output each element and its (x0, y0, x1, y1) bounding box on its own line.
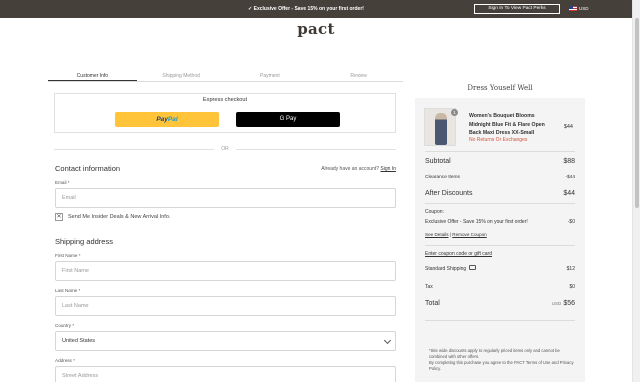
shipping-address-title: Shipping address (55, 237, 113, 246)
checkout-steps: Customer Info Shipping Method Payment Re… (48, 72, 403, 82)
last-name-field[interactable]: Last Name (55, 296, 396, 316)
step-customer-info[interactable]: Customer Info (48, 72, 137, 81)
coupon-row: Exclusive Offer - Save 15% on your first… (425, 219, 575, 225)
total-row: Total USD $56 (425, 300, 575, 307)
currency-selector[interactable]: USD (579, 4, 589, 14)
newsletter-checkbox[interactable]: ✕ (55, 213, 63, 221)
have-account-text: Already have an account? Sign In (290, 166, 396, 172)
have-account-label: Already have an account? (321, 166, 380, 172)
coupon-title: Coupon: (425, 209, 444, 215)
summary-divider (425, 320, 575, 321)
total-currency: USD (551, 301, 562, 306)
or-divider-right (236, 149, 396, 150)
email-field[interactable]: Email (55, 188, 396, 208)
after-discounts-row: After Discounts $44 (425, 190, 575, 197)
total-value-wrap: USD $56 (552, 300, 575, 307)
product-price: $44 (563, 124, 573, 130)
clearance-label: Clearance Items (425, 175, 460, 180)
google-pay-button[interactable]: G Pay (236, 112, 340, 127)
shipping-row: Standard Shipping $12 (425, 265, 575, 272)
enter-coupon-link[interactable]: Enter coupon code or gift card (425, 251, 492, 257)
coupon-link-separator: | (449, 232, 451, 237)
or-divider-text: OR (221, 146, 229, 152)
no-returns-note: No Returns Or Exchanges (469, 137, 528, 143)
paypal-logo-pal: Pal (167, 116, 178, 123)
discount-fine-print: *Site wide discounts apply to regularly … (429, 348, 560, 359)
scrollbar-thumb[interactable] (635, 18, 639, 208)
clearance-value: -$44 (565, 175, 575, 180)
dress-image (435, 113, 447, 145)
total-value: $56 (563, 300, 575, 307)
coupon-amount: -$0 (567, 219, 575, 225)
summary-divider (425, 203, 575, 204)
country-select-value: United States (62, 338, 96, 344)
quantity-badge: 1 (451, 109, 458, 116)
step-review: Review (350, 73, 367, 79)
address-label: Address * (55, 358, 75, 363)
see-details-link[interactable]: See Details (425, 232, 449, 237)
newsletter-checkbox-label[interactable]: Send Me Insider Deals & New Arrival Info… (68, 214, 170, 220)
express-checkout-box: Express checkout PayPal G Pay (54, 93, 396, 133)
or-divider-left (54, 149, 214, 150)
shipping-label: Standard Shipping (425, 266, 467, 272)
country-label: Country * (55, 323, 75, 328)
remove-coupon-link[interactable]: Remove Coupon (452, 232, 486, 237)
step-payment: Payment (260, 73, 280, 79)
summary-divider (425, 245, 575, 246)
promo-bar: ✓ Exclusive Offer - Save 15% on your fir… (0, 0, 632, 18)
total-label: Total (425, 300, 440, 307)
paypal-button[interactable]: PayPal (115, 112, 219, 127)
shipping-value: $12 (566, 266, 575, 272)
email-label: Email * (55, 180, 70, 185)
first-name-label: First Name * (55, 253, 81, 258)
contact-info-title: Contact information (55, 164, 121, 173)
shipping-label-wrap: Standard Shipping (425, 265, 477, 272)
express-checkout-title: Express checkout (202, 97, 248, 103)
us-flag-icon[interactable] (569, 6, 577, 11)
sign-in-link[interactable]: Sign In (380, 166, 396, 172)
country-select[interactable]: United States (55, 331, 396, 351)
terms-fine-print: By completing this purchase you agree to… (429, 360, 574, 371)
pact-logo[interactable]: pact (280, 20, 352, 38)
coupon-text: Exclusive Offer - Save 15% on your first… (425, 219, 528, 225)
order-summary-title: Dress Youself Well (467, 84, 533, 92)
subtotal-value: $88 (563, 158, 575, 165)
product-name: Women's Bouquet Blooms Midnight Blue Fit… (469, 113, 545, 136)
after-discounts-label: After Discounts (425, 190, 473, 197)
tax-label: Tax (425, 284, 433, 290)
coupon-links: See Details | Remove Coupon (425, 232, 487, 237)
page-scrollbar[interactable] (632, 0, 640, 382)
tax-row: Tax $0 (425, 284, 575, 290)
subtotal-row: Subtotal $88 (425, 158, 575, 165)
paypal-logo-pay: Pay (156, 116, 168, 123)
summary-divider (425, 151, 575, 152)
tax-value: $0 (569, 284, 575, 290)
street-address-field[interactable]: Street Address (55, 366, 396, 382)
subtotal-label: Subtotal (425, 158, 451, 165)
clearance-row: Clearance Items -$44 (425, 175, 575, 180)
last-name-label: Last Name * (55, 288, 81, 293)
sign-in-perks-button[interactable]: Sign In To View Pact Perks (474, 4, 560, 14)
truck-icon (469, 265, 477, 271)
first-name-field[interactable]: First Name (55, 261, 396, 281)
step-shipping-method: Shipping Method (162, 73, 200, 79)
after-discounts-value: $44 (563, 190, 575, 197)
chevron-down-icon (383, 336, 392, 345)
order-summary-panel: 1 Women's Bouquet Blooms Midnight Blue F… (415, 98, 585, 382)
